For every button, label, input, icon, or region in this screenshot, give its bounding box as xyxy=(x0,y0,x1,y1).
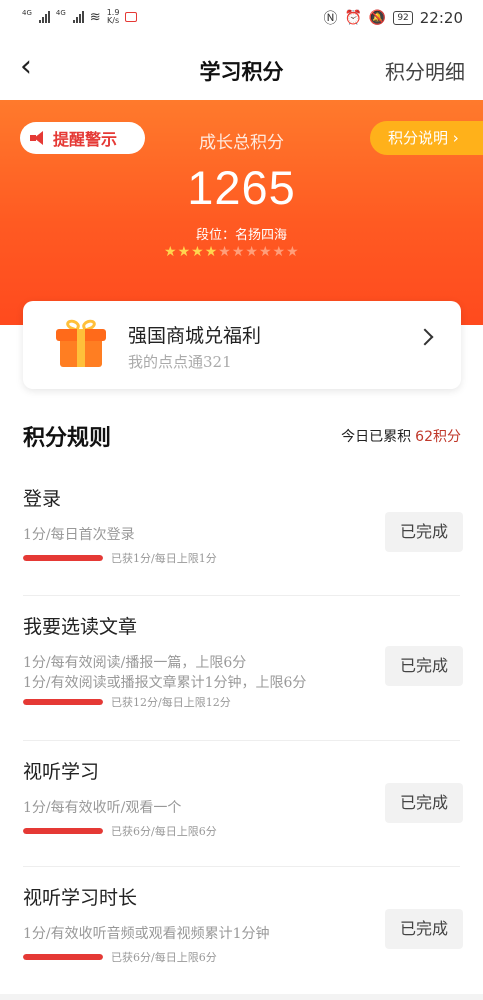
task-audio-video: 视听学习 1分/每有效收听/观看一个 已获6分/每日上限6分 已完成 xyxy=(23,757,463,838)
rank-text: 段位：名扬四海 xyxy=(195,228,287,243)
net-speed-unit: K/s xyxy=(107,16,120,25)
rules-title: 积分规则 xyxy=(23,425,112,451)
mall-subtitle: 我的点点通321 xyxy=(128,353,232,371)
progress-bar xyxy=(23,699,103,705)
task-title: 视听学习时长 xyxy=(23,887,138,909)
task-title: 视听学习 xyxy=(23,761,100,783)
task-status-button[interactable]: 已完成 xyxy=(385,909,463,949)
total-score: 1265 xyxy=(187,161,296,214)
notification-icon xyxy=(125,12,138,22)
star-empty-icon: ★ xyxy=(245,244,258,260)
status-right: Ⓝ ⏰ 🔕 92 22:20 xyxy=(323,8,463,28)
task-progress: 已获12分/每日上限12分 xyxy=(23,695,463,709)
star-empty-icon: ★ xyxy=(286,244,299,260)
task-progress: 已获6分/每日上限6分 xyxy=(23,824,463,838)
progress-text: 已获12分/每日上限12分 xyxy=(111,696,231,709)
today-points-value: 62积分 xyxy=(415,429,461,445)
bottom-edge xyxy=(0,994,483,1000)
net-speed: 1.9 K/s xyxy=(107,9,120,25)
progress-text: 已获6分/每日上限6分 xyxy=(111,951,217,964)
nfc-icon: Ⓝ xyxy=(323,11,338,27)
rank-stars: ★ ★ ★ ★ ★ ★ ★ ★ ★ ★ xyxy=(164,245,299,259)
progress-text: 已获6分/每日上限6分 xyxy=(111,825,217,838)
star-filled-icon: ★ xyxy=(191,244,204,260)
today-points-label: 今日已累积 xyxy=(341,429,412,445)
today-points: 今日已累积 62积分 xyxy=(341,426,461,446)
task-status-button[interactable]: 已完成 xyxy=(385,512,463,552)
divider xyxy=(23,740,460,741)
star-empty-icon: ★ xyxy=(272,244,286,260)
progress-text: 已获1分/每日上限1分 xyxy=(111,552,217,565)
mall-card[interactable]: 强国商城兑福利 我的点点通321 xyxy=(23,301,461,389)
signal-1-icon xyxy=(38,11,50,23)
wifi-icon: ≋ xyxy=(89,9,101,25)
task-read-article: 我要选读文章 1分/每有效阅读/播报一篇，上限6分 1分/有效阅读或播报文章累计… xyxy=(23,612,463,709)
divider xyxy=(23,866,460,867)
nav-bar: ‹ 学习积分 积分明细 xyxy=(0,36,483,100)
star-empty-icon: ★ xyxy=(258,244,272,260)
task-title: 我要选读文章 xyxy=(23,616,138,638)
signal-2-icon xyxy=(72,11,84,23)
score-header: 提醒警示 成长总积分 积分说明 › 1265 段位：名扬四海 ★ ★ ★ ★ ★ ★ ★ ★ ★… xyxy=(0,100,483,325)
star-empty-icon: ★ xyxy=(231,244,245,260)
signal-2-label: 4G xyxy=(55,9,66,17)
star-empty-icon: ★ xyxy=(218,244,231,260)
points-detail-link[interactable]: 积分明细 xyxy=(385,56,465,85)
task-title: 登录 xyxy=(23,488,62,510)
task-audio-video-duration: 视听学习时长 1分/有效收听音频或观看视频累计1分钟 已获6分/每日上限6分 已… xyxy=(23,883,463,964)
star-filled-icon: ★ xyxy=(204,244,218,260)
divider xyxy=(23,595,460,596)
task-login: 登录 1分/每日首次登录 已获1分/每日上限1分 已完成 xyxy=(23,484,463,565)
mall-title: 强国商城兑福利 xyxy=(128,325,262,347)
task-status-button[interactable]: 已完成 xyxy=(385,783,463,823)
gift-icon xyxy=(56,317,106,367)
task-progress: 已获1分/每日上限1分 xyxy=(23,551,463,565)
alarm-icon: ⏰ xyxy=(344,10,362,26)
mute-icon: 🔕 xyxy=(368,10,387,26)
task-progress: 已获6分/每日上限6分 xyxy=(23,950,463,964)
task-status-button[interactable]: 已完成 xyxy=(385,646,463,686)
clock: 22:20 xyxy=(419,9,463,27)
points-explain-button[interactable]: 积分说明 › xyxy=(370,121,483,155)
star-filled-icon: ★ xyxy=(164,244,177,260)
progress-bar xyxy=(23,828,103,834)
chevron-right-icon xyxy=(416,328,434,346)
signal-1-label: 4G xyxy=(22,9,32,17)
progress-bar xyxy=(23,555,103,561)
star-filled-icon: ★ xyxy=(177,244,191,260)
progress-bar xyxy=(23,954,103,960)
battery-icon: 92 xyxy=(393,11,413,25)
status-bar: 4G 4G ≋ 1.9 K/s Ⓝ ⏰ 🔕 92 22:20 xyxy=(0,0,483,36)
status-left: 4G 4G ≋ 1.9 K/s xyxy=(22,9,138,25)
